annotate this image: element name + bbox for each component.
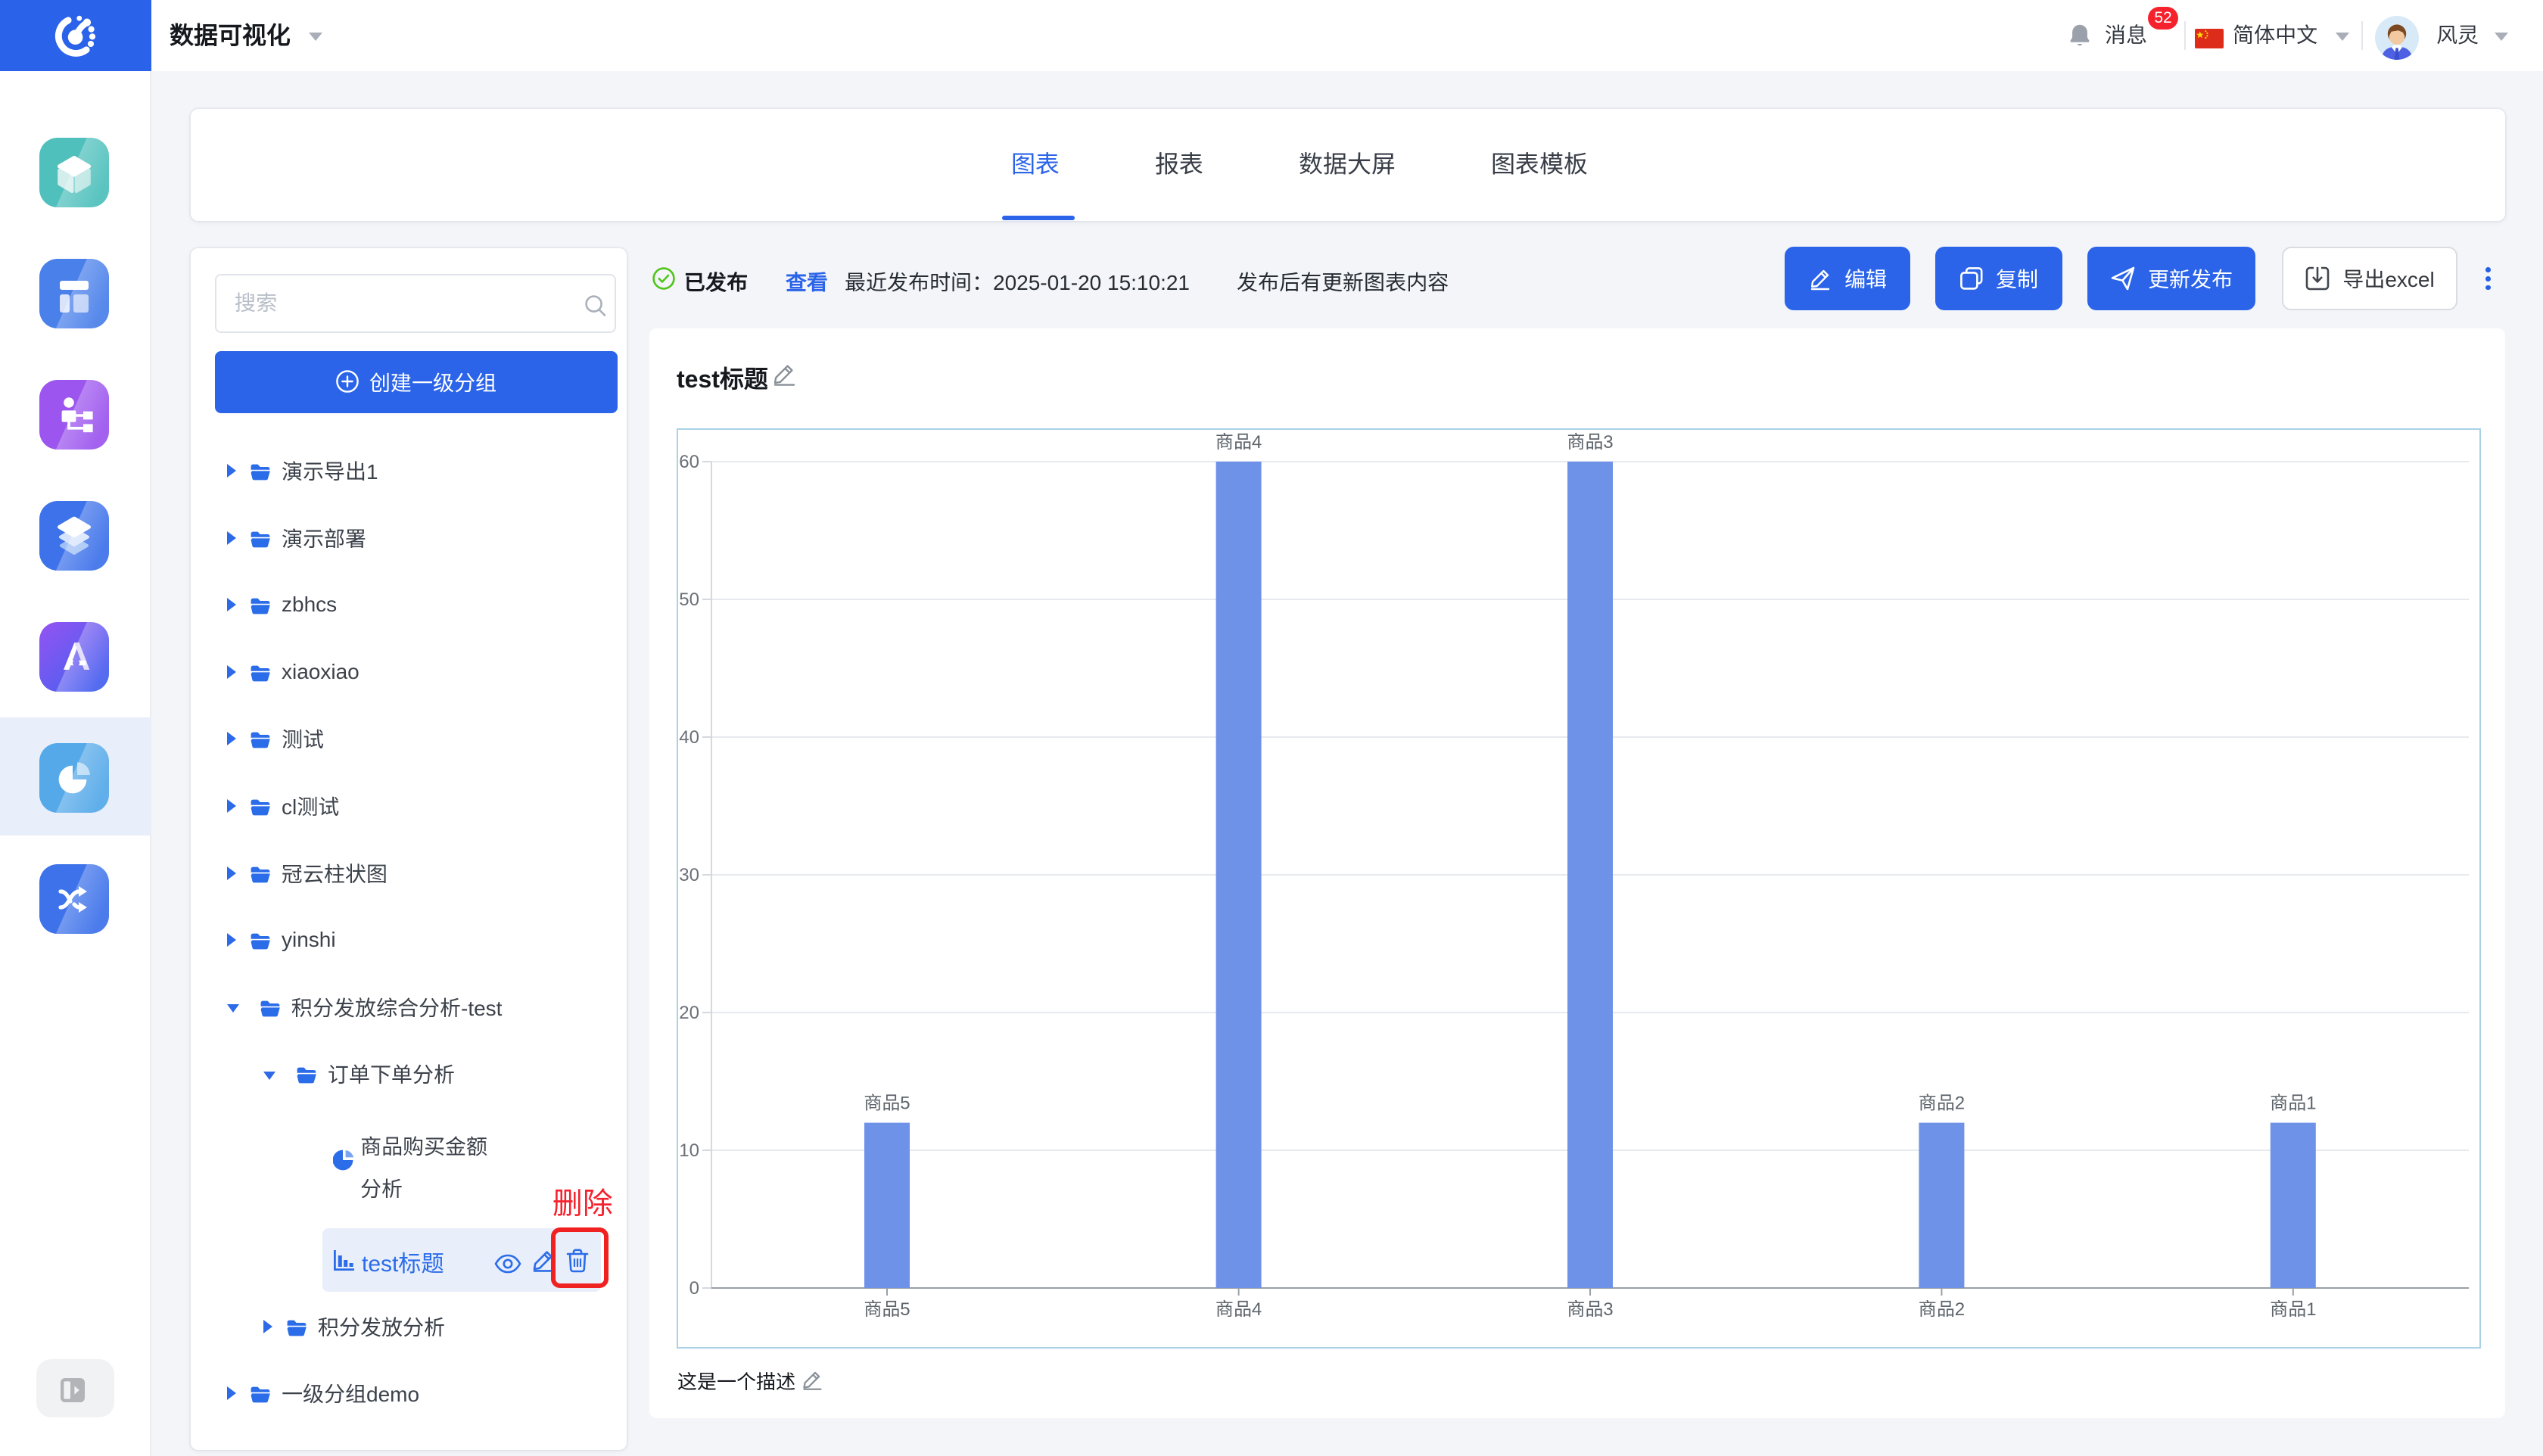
svg-text:10: 10: [679, 1140, 699, 1161]
svg-text:商品1: 商品1: [2270, 1299, 2316, 1320]
svg-text:20: 20: [679, 1003, 699, 1023]
svg-text:商品1: 商品1: [2270, 1094, 2316, 1114]
svg-text:商品2: 商品2: [1919, 1094, 1965, 1114]
svg-text:商品4: 商品4: [1215, 432, 1262, 453]
svg-text:商品3: 商品3: [1567, 1299, 1613, 1320]
svg-text:商品4: 商品4: [1215, 1299, 1262, 1320]
svg-text:商品5: 商品5: [864, 1299, 910, 1320]
svg-text:0: 0: [689, 1278, 699, 1299]
svg-text:商品3: 商品3: [1567, 432, 1613, 453]
svg-text:50: 50: [679, 590, 699, 610]
svg-text:商品2: 商品2: [1919, 1299, 1965, 1320]
svg-text:30: 30: [679, 865, 699, 885]
svg-text:商品5: 商品5: [864, 1094, 910, 1114]
svg-text:40: 40: [679, 727, 699, 748]
svg-text:60: 60: [679, 452, 699, 472]
